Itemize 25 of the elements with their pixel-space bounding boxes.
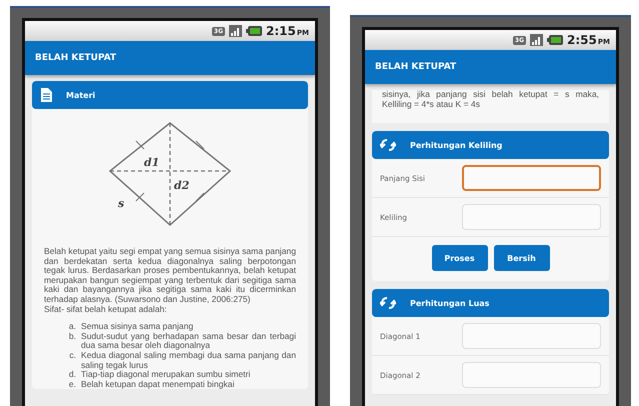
list-marker: b. xyxy=(68,332,76,343)
diagram-label: d2 xyxy=(174,179,190,192)
app-title-bar: BELAH KETUPAT xyxy=(25,41,315,75)
list-item: Tiap-tiap diagonal merupakan sumbu simetri xyxy=(81,370,250,380)
list-item: Sudut-sudut yang berhadapan sama besar dan terbagi dua sama besar oleh diagonalnya xyxy=(81,332,296,351)
list-item: Kedua diagonal saling membagi dua sama panjang dan saling tegak lurus xyxy=(81,350,296,370)
list-marker: d. xyxy=(68,370,76,380)
action-button[interactable]: Proses xyxy=(432,245,488,272)
paragraph: sisinya, jika panjang sisi belah ketupat = s maka, Kelliling = 4*s atau K = 4s xyxy=(382,90,599,110)
action-button[interactable]: Bersih xyxy=(494,245,550,272)
diagram-label: s xyxy=(118,197,124,210)
paragraph: Belah ketupat yaitu segi empat yang semua sisinya sama panjang dan berdekatan serta kedua diagonalnya saling berpotongan tegak lurus. Berdasarkan proses pembentukannya, belah ketupat merupakan bangun segiempat yang terbentuk dari segitiga sama kaki dan bayangannya jika segitiga sama kaki itu dicerminkan terhadap alasnya. (Suwarsono dan Justine, 2006:275) xyxy=(44,247,296,305)
list-marker: e. xyxy=(68,380,76,390)
list-item: Belah ketupan dapat menempati bingkai xyxy=(81,380,234,390)
section-header[interactable]: Perhitungan Luas xyxy=(372,289,609,318)
list-title: Sifat- sifat belah ketupat adalah: xyxy=(44,304,168,314)
clock-time: 2:55 xyxy=(567,33,597,47)
clock-time: 2:15 xyxy=(266,24,296,38)
app-title-bar: BELAH KETUPAT xyxy=(365,50,616,84)
section-header[interactable]: Perhitungan Keliling xyxy=(372,131,609,160)
list-marker: a. xyxy=(68,322,76,332)
list-marker: c. xyxy=(68,350,76,362)
diagram-label: d1 xyxy=(144,156,160,169)
list-item: Semua sisinya sama panjang xyxy=(81,322,194,332)
section-header[interactable]: Materi xyxy=(32,81,308,109)
